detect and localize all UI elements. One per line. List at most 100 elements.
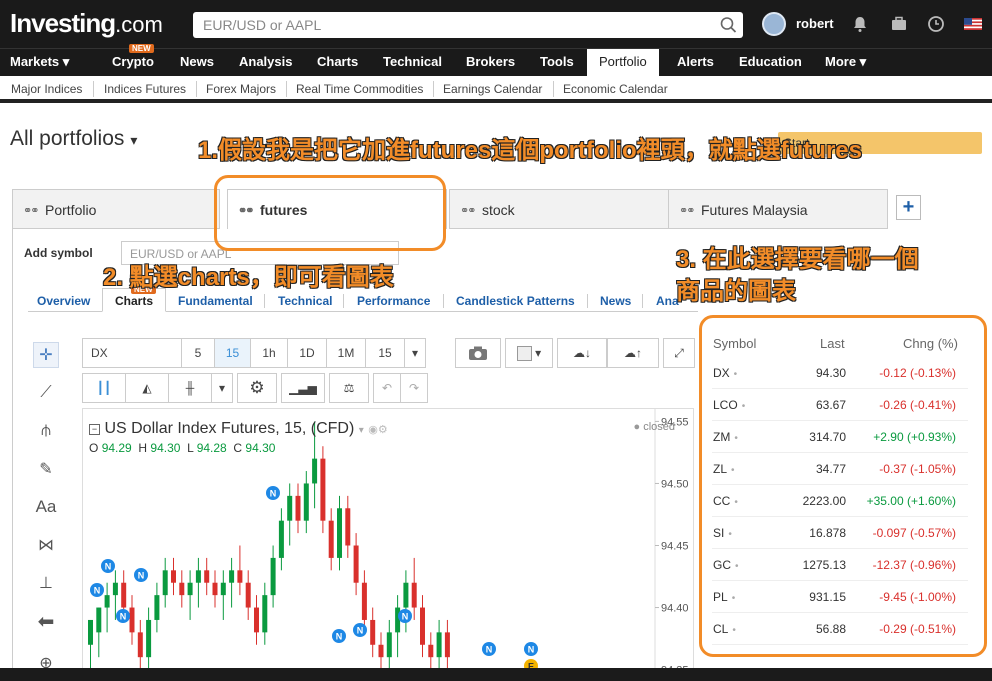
tab-stock[interactable]: ⚭⚭ stock — [449, 189, 669, 229]
undo-icon[interactable]: ↶ — [373, 373, 401, 403]
tab-fundamental[interactable]: Fundamental — [178, 294, 253, 308]
news-marker-icon[interactable]: N — [482, 642, 496, 656]
crosshair-icon[interactable]: ✛ — [33, 342, 59, 368]
measure-icon[interactable]: ⊥ — [33, 570, 59, 596]
candle-body — [195, 570, 201, 583]
price-chart[interactable]: 94.5594.5094.4594.4094.35 NNNNNNNNNNE − … — [82, 408, 694, 681]
nav-tools[interactable]: Tools — [540, 54, 574, 69]
news-marker-icon[interactable]: N — [524, 642, 538, 656]
subtab-divider — [343, 294, 344, 308]
search-placeholder: EUR/USD or AAPL — [203, 17, 322, 33]
interval-1h[interactable]: 1h — [250, 338, 288, 368]
interval-1d[interactable]: 1D — [287, 338, 327, 368]
cloud-download-icon[interactable]: ☁↓ — [557, 338, 607, 368]
chart-symbol-input[interactable]: DX — [82, 338, 182, 368]
redo-icon[interactable]: ↷ — [400, 373, 428, 403]
trend-line-icon[interactable]: ⟋ — [33, 380, 59, 406]
tab-performance[interactable]: Performance — [357, 294, 430, 308]
tab-news[interactable]: News — [600, 294, 631, 308]
subnav-real-time-commodities[interactable]: Real Time Commodities — [296, 82, 423, 96]
interval-dropdown[interactable]: 15 — [365, 338, 405, 368]
candle-body — [420, 607, 425, 645]
collapse-icon[interactable]: − — [89, 424, 100, 435]
cloud-upload-icon[interactable]: ☁↑ — [607, 338, 659, 368]
add-portfolio-button[interactable]: + — [896, 195, 921, 220]
subnav-forex-majors[interactable]: Forex Majors — [206, 82, 276, 96]
subnav-earnings-calendar[interactable]: Earnings Calendar — [443, 82, 542, 96]
site-logo[interactable]: Investing.com — [10, 8, 163, 39]
camera-icon[interactable] — [455, 338, 501, 368]
y-tick-label: 94.40 — [661, 603, 689, 615]
avatar[interactable] — [762, 12, 786, 36]
svg-text:N: N — [402, 612, 409, 622]
area-chart-icon[interactable]: ◭ — [125, 373, 169, 403]
chevron-down-icon[interactable]: ▾ — [211, 373, 233, 403]
y-tick-label: 94.45 — [661, 541, 689, 553]
subnav-indices-futures[interactable]: Indices Futures — [104, 82, 186, 96]
nav-crypto[interactable]: Crypto — [112, 54, 154, 69]
page-title[interactable]: All portfolios ▾ — [10, 127, 137, 151]
subnav-economic-calendar[interactable]: Economic Calendar — [563, 82, 668, 96]
news-marker-icon[interactable]: N — [266, 486, 280, 500]
candle-body — [411, 582, 417, 608]
bars-icon[interactable]: ╫ — [168, 373, 212, 403]
candle-body — [254, 607, 259, 633]
tab-overview[interactable]: Overview — [37, 294, 90, 308]
us-flag-icon[interactable] — [964, 15, 982, 33]
news-marker-icon[interactable]: N — [134, 568, 148, 582]
briefcase-icon[interactable] — [890, 15, 908, 33]
nav-portfolio[interactable]: Portfolio — [587, 49, 659, 77]
news-markers: NNNNNNNNN NE — [90, 486, 538, 673]
nav-markets[interactable]: Markets ▾ — [10, 54, 69, 70]
settings-icon[interactable]: ◉⚙ — [368, 424, 387, 436]
interval-5[interactable]: 5 — [181, 338, 215, 368]
candle-body — [154, 595, 160, 620]
nav-charts[interactable]: Charts — [317, 54, 358, 69]
annotation-step-3: 3. 在此選擇要看哪一個 商品的圖表 — [676, 246, 919, 305]
pattern-icon[interactable]: ⋈ — [33, 532, 59, 558]
subtab-divider — [443, 294, 444, 308]
candle-body — [337, 508, 342, 558]
news-marker-icon[interactable]: N — [101, 559, 115, 573]
tab-candlestick-patterns[interactable]: Candlestick Patterns — [456, 294, 575, 308]
news-marker-icon[interactable]: N — [398, 609, 412, 623]
site-search-input[interactable]: EUR/USD or AAPL — [193, 12, 743, 38]
fullscreen-icon[interactable]: ⤢ — [663, 338, 695, 368]
candle-body — [179, 582, 185, 596]
nav-news[interactable]: News — [180, 54, 214, 69]
text-icon[interactable]: Aa — [33, 494, 59, 520]
news-marker-icon[interactable]: N — [116, 609, 130, 623]
bell-icon[interactable] — [851, 15, 869, 33]
tab-futures-malaysia[interactable]: ⚭⚭ Futures Malaysia — [668, 189, 888, 229]
tab-technical[interactable]: Technical — [278, 294, 332, 308]
arrow-left-icon[interactable]: ⬅ — [33, 608, 59, 634]
nav-technical[interactable]: Technical — [383, 54, 442, 69]
interval-15-active[interactable]: 15 — [214, 338, 251, 368]
svg-text:N: N — [105, 562, 112, 572]
chevron-down-icon[interactable]: ▾ — [359, 425, 364, 436]
nav-more[interactable]: More ▾ — [825, 54, 866, 70]
interval-1m[interactable]: 1M — [326, 338, 366, 368]
fork-icon[interactable]: ⫛ — [33, 418, 59, 444]
candles-icon[interactable]: ┃┃ — [82, 373, 126, 403]
chevron-down-icon[interactable]: ▾ — [404, 338, 426, 368]
svg-text:N: N — [138, 571, 145, 581]
color-picker-icon[interactable]: ▾ — [505, 338, 553, 368]
nav-education[interactable]: Education — [739, 54, 802, 69]
username[interactable]: robert — [796, 16, 834, 31]
brush-icon[interactable]: ✎ — [33, 456, 59, 482]
binoculars-icon: ⚭⚭ — [23, 205, 40, 217]
nav-analysis[interactable]: Analysis — [239, 54, 292, 69]
indicators-icon[interactable]: ▁▃▅ — [281, 373, 325, 403]
nav-brokers[interactable]: Brokers — [466, 54, 515, 69]
clock-icon[interactable] — [927, 15, 945, 33]
subnav-major-indices[interactable]: Major Indices — [11, 82, 82, 96]
tab-portfolio[interactable]: ⚭⚭ Portfolio — [12, 189, 220, 229]
compare-icon[interactable]: ⚖ — [329, 373, 369, 403]
news-marker-icon[interactable]: N — [90, 583, 104, 597]
search-icon[interactable] — [719, 16, 737, 34]
news-marker-icon[interactable]: N — [353, 623, 367, 637]
gear-icon[interactable]: ⚙ — [237, 373, 277, 403]
nav-alerts[interactable]: Alerts — [677, 54, 714, 69]
news-marker-icon[interactable]: N — [332, 629, 346, 643]
